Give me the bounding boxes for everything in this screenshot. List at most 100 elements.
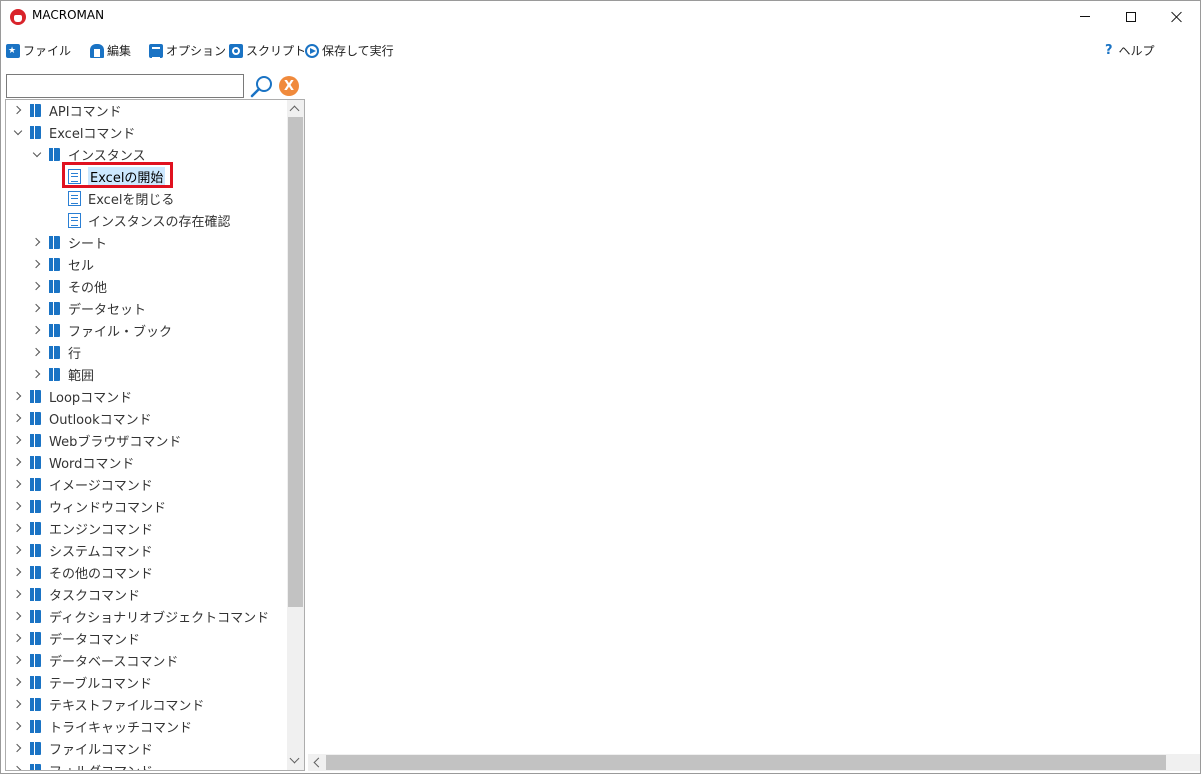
chevron-right-icon[interactable] <box>10 498 26 514</box>
book-icon <box>30 103 41 117</box>
menu-help-label: ヘルプ <box>1118 44 1155 58</box>
search-input[interactable] <box>6 74 244 98</box>
book-icon <box>49 147 60 161</box>
chevron-right-icon[interactable] <box>10 102 26 118</box>
tree-folder-item[interactable]: セル <box>6 253 94 275</box>
chevron-right-icon[interactable] <box>10 586 26 602</box>
tree-folder-item[interactable]: ディクショナリオブジェクトコマンド <box>6 605 269 627</box>
menu-help[interactable]: ? ヘルプ <box>1105 42 1155 59</box>
tree-folder-item[interactable]: Loopコマンド <box>6 385 132 407</box>
maximize-button[interactable] <box>1108 1 1154 32</box>
tree-folder-item[interactable]: ファイルコマンド <box>6 737 153 759</box>
tree-folder-item[interactable]: Excelコマンド <box>6 121 135 143</box>
tree-vertical-scrollbar[interactable] <box>287 100 304 770</box>
tree-folder-item[interactable]: ウィンドウコマンド <box>6 495 166 517</box>
chevron-right-icon[interactable] <box>10 652 26 668</box>
chevron-right-icon[interactable] <box>29 300 45 316</box>
chevron-down-icon[interactable] <box>29 146 45 162</box>
chevron-right-icon[interactable] <box>10 718 26 734</box>
tree-folder-item[interactable]: データセット <box>6 297 146 319</box>
chevron-right-icon[interactable] <box>10 740 26 756</box>
scroll-up-icon[interactable] <box>289 105 300 116</box>
chevron-right-icon[interactable] <box>10 476 26 492</box>
chevron-right-icon[interactable] <box>10 432 26 448</box>
chevron-right-icon[interactable] <box>29 322 45 338</box>
tree-folder-item[interactable]: その他 <box>6 275 107 297</box>
menu-save-run-label: 保存して実行 <box>322 44 394 58</box>
tree-folder-item[interactable]: 範囲 <box>6 363 94 385</box>
tree-item-label: ファイルコマンド <box>49 742 153 758</box>
tree-item-label: データベースコマンド <box>49 654 179 670</box>
horizontal-scroll-thumb[interactable] <box>326 755 1166 770</box>
chevron-right-icon[interactable] <box>29 256 45 272</box>
chevron-right-icon[interactable] <box>10 388 26 404</box>
tree-folder-item[interactable]: APIコマンド <box>6 100 122 121</box>
chevron-right-icon[interactable] <box>10 696 26 712</box>
book-icon <box>30 389 41 403</box>
tree-folder-item[interactable]: 行 <box>6 341 81 363</box>
tree-folder-item[interactable]: イメージコマンド <box>6 473 153 495</box>
menu-script[interactable]: スクリプト <box>229 42 306 59</box>
book-icon <box>49 301 60 315</box>
chevron-down-icon[interactable] <box>10 124 26 140</box>
tree-item-label: シート <box>68 236 108 252</box>
chevron-right-icon[interactable] <box>10 564 26 580</box>
tree-folder-item[interactable]: タスクコマンド <box>6 583 140 605</box>
chevron-right-icon[interactable] <box>29 366 45 382</box>
close-button[interactable] <box>1154 1 1200 32</box>
menu-save-run[interactable]: 保存して実行 <box>305 42 394 59</box>
book-icon <box>49 257 60 271</box>
menu-option[interactable]: オプション <box>149 42 226 59</box>
search-icon[interactable] <box>250 75 274 99</box>
tree-folder-item[interactable]: その他のコマンド <box>6 561 153 583</box>
tree-folder-item[interactable]: ファイル・ブック <box>6 319 172 341</box>
chevron-right-icon[interactable] <box>29 344 45 360</box>
tree-folder-item[interactable]: エンジンコマンド <box>6 517 153 539</box>
tree-folder-item[interactable]: Outlookコマンド <box>6 407 152 429</box>
tree-folder-item[interactable]: データコマンド <box>6 627 140 649</box>
tree-item-label: Excelコマンド <box>49 126 136 142</box>
tree-command-item[interactable]: インスタンスの存在確認 <box>6 209 230 231</box>
tree-folder-item[interactable]: トライキャッチコマンド <box>6 715 192 737</box>
close-icon <box>1171 11 1183 23</box>
tree-item-label: 範囲 <box>68 368 95 384</box>
clear-search-icon[interactable]: X <box>279 76 299 96</box>
chevron-right-icon[interactable] <box>10 762 26 770</box>
chevron-right-icon[interactable] <box>29 234 45 250</box>
menu-edit[interactable]: 編集 <box>90 42 131 59</box>
chevron-right-icon[interactable] <box>10 674 26 690</box>
tree-item-label: ファイル・ブック <box>68 324 173 340</box>
book-icon <box>30 499 41 513</box>
main-horizontal-scrollbar[interactable] <box>308 754 1200 771</box>
chevron-right-icon[interactable] <box>10 542 26 558</box>
tree-folder-item[interactable]: システムコマンド <box>6 539 153 561</box>
scroll-thumb[interactable] <box>288 117 303 607</box>
minimize-icon <box>1080 16 1090 17</box>
tree-item-label: APIコマンド <box>49 104 122 120</box>
tree-item-label: イメージコマンド <box>49 478 153 494</box>
menu-script-label: スクリプト <box>246 44 307 58</box>
chevron-right-icon[interactable] <box>10 520 26 536</box>
chevron-right-icon[interactable] <box>10 630 26 646</box>
chevron-right-icon[interactable] <box>10 454 26 470</box>
tree-folder-item[interactable]: テキストファイルコマンド <box>6 693 204 715</box>
chevron-right-icon[interactable] <box>10 608 26 624</box>
tree-folder-item[interactable]: フォルダコマンド <box>6 759 153 770</box>
scroll-down-icon[interactable] <box>289 753 300 764</box>
app-logo-icon <box>10 9 26 25</box>
chevron-right-icon[interactable] <box>10 410 26 426</box>
tree-folder-item[interactable]: Webブラウザコマンド <box>6 429 181 451</box>
tree-folder-item[interactable]: データベースコマンド <box>6 649 178 671</box>
tree-folder-item[interactable]: テーブルコマンド <box>6 671 152 693</box>
tree-item-label: インスタンスの存在確認 <box>88 214 231 230</box>
menu-file[interactable]: ファイル <box>6 42 71 59</box>
chevron-right-icon[interactable] <box>29 278 45 294</box>
list-icon <box>149 43 163 59</box>
tree-folder-item[interactable]: シート <box>6 231 107 253</box>
book-icon <box>30 455 41 469</box>
tree-command-item[interactable]: Excelを閉じる <box>6 187 174 209</box>
tree-item-label: ウィンドウコマンド <box>49 500 167 516</box>
scroll-left-icon[interactable] <box>313 757 324 768</box>
tree-folder-item[interactable]: Wordコマンド <box>6 451 134 473</box>
minimize-button[interactable] <box>1062 1 1108 32</box>
